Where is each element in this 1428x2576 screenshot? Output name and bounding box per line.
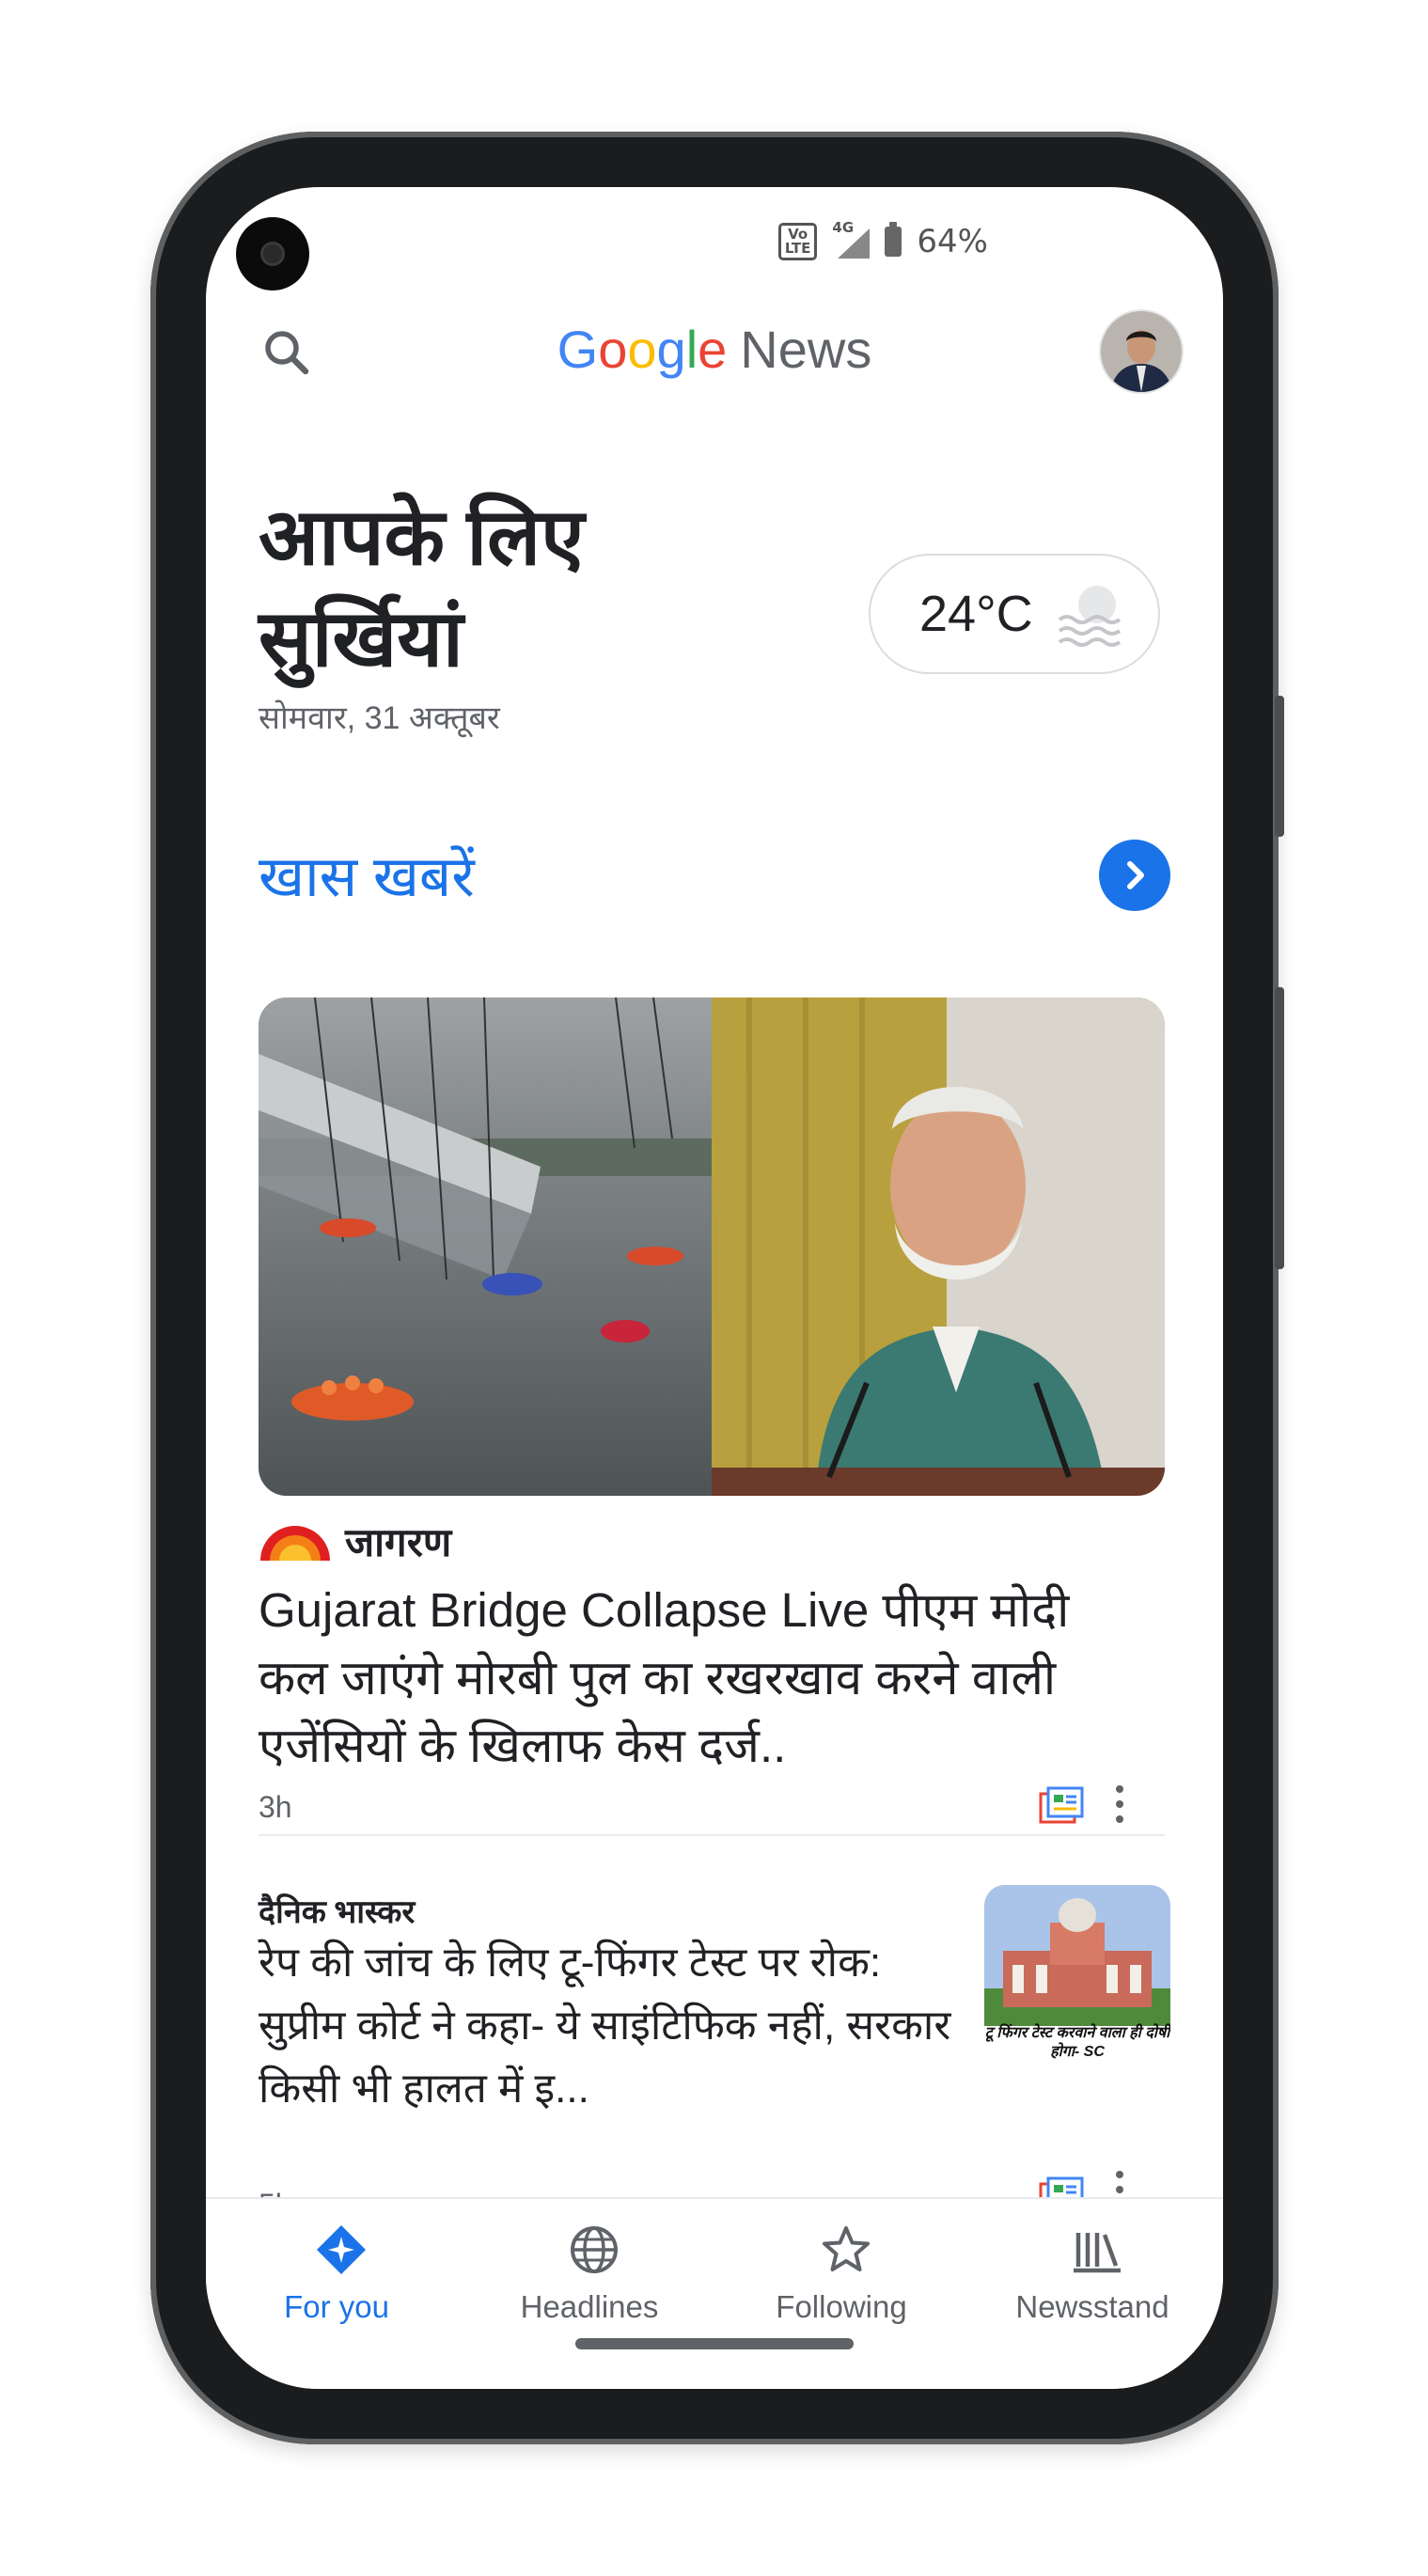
- date-label: सोमवार, 31 अक्तूबर: [259, 700, 500, 736]
- story-thumbnail[interactable]: टू फिंगर टेस्ट करवाने वाला ही दोषी होगा-…: [984, 1885, 1170, 2069]
- volte-icon: Vo LTE: [777, 223, 818, 260]
- story-title[interactable]: Gujarat Bridge Collapse Live पीएम मोदी क…: [259, 1577, 1152, 1780]
- story-source[interactable]: जागरण: [259, 1515, 451, 1568]
- more-options-icon-partial[interactable]: [1114, 2171, 1125, 2197]
- newsstand-icon: [1074, 2233, 1121, 2273]
- battery-percent: 64%: [917, 223, 988, 260]
- pm-speech-image: [712, 997, 1165, 1496]
- nav-newsstand[interactable]: Newsstand: [965, 2199, 1219, 2340]
- power-button: [1275, 696, 1284, 837]
- nav-following[interactable]: Following: [714, 2199, 968, 2340]
- battery-icon: [885, 222, 902, 257]
- volume-button: [1275, 987, 1284, 1269]
- story-title[interactable]: रेप की जांच के लिए टू-फिंगर टेस्ट पर रोक…: [259, 1931, 954, 2120]
- app-bar: Google News: [206, 306, 1223, 409]
- page-title: आपके लिए सुर्खियां: [259, 493, 585, 683]
- star-icon: [823, 2226, 870, 2271]
- jagran-logo-icon: [260, 1525, 330, 1561]
- status-bar: Vo LTE 4G 64%: [777, 219, 988, 260]
- front-camera: [236, 217, 309, 291]
- story-time: 3h: [259, 1790, 292, 1824]
- section-title[interactable]: खास खबरें: [259, 836, 475, 913]
- temperature: 24°C: [919, 586, 1033, 642]
- story-source[interactable]: दैनिक भास्कर: [259, 1889, 415, 1932]
- bridge-collapse-image: [259, 997, 712, 1496]
- nav-headlines[interactable]: Headlines: [463, 2199, 716, 2340]
- full-coverage-icon-partial[interactable]: [1039, 2176, 1084, 2197]
- google-news-logo: Google News: [557, 320, 872, 379]
- more-options-icon[interactable]: [1114, 1785, 1125, 1827]
- for-you-diamond-icon: [317, 2225, 366, 2274]
- bottom-navigation: For you Headlines Following Newsstand: [206, 2171, 1223, 2389]
- home-indicator[interactable]: [575, 2338, 854, 2349]
- story-hero-image[interactable]: [259, 997, 1165, 1496]
- avatar[interactable]: [1099, 309, 1184, 394]
- full-coverage-icon[interactable]: [1039, 1786, 1084, 1824]
- globe-icon: [571, 2226, 618, 2273]
- thumbnail-caption: टू फिंगर टेस्ट करवाने वाला ही दोषी होगा-…: [984, 2025, 1170, 2060]
- chevron-right-icon[interactable]: [1099, 840, 1170, 911]
- nav-for-you[interactable]: For you: [210, 2199, 463, 2340]
- mist-icon: [1058, 586, 1121, 647]
- screen: Vo LTE 4G 64% Google News आपके लिए सुर्ख…: [206, 187, 1223, 2389]
- weather-chip[interactable]: 24°C: [869, 554, 1160, 674]
- phone-frame: Vo LTE 4G 64% Google News आपके लिए सुर्ख…: [150, 132, 1284, 2444]
- signal-icon: 4G: [832, 219, 871, 259]
- divider: [259, 1834, 1165, 1836]
